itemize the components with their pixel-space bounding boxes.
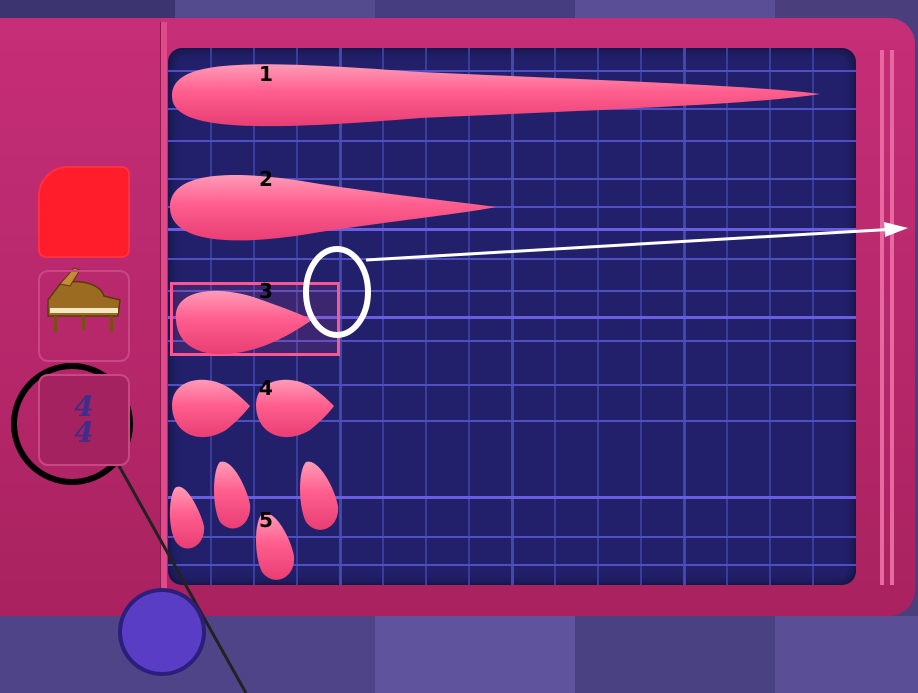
frame-divider <box>160 22 167 612</box>
background-tile <box>0 0 175 18</box>
instrument-button[interactable] <box>38 270 130 362</box>
note-color-button[interactable] <box>38 166 130 258</box>
frame-rail <box>880 50 884 585</box>
grid-line <box>168 206 856 208</box>
background-tile <box>375 0 575 18</box>
frame-rail <box>890 50 894 585</box>
grid-line <box>168 420 856 422</box>
background-tile <box>775 616 918 693</box>
play-button[interactable] <box>118 588 206 676</box>
time-signature-button[interactable]: 4 4 <box>38 374 130 466</box>
grid-line <box>168 496 856 499</box>
row-label-1: 1 <box>259 62 273 86</box>
grid-line <box>168 536 856 538</box>
row-label-4: 4 <box>259 376 273 400</box>
background-tile <box>575 0 775 18</box>
grid-line <box>168 140 856 142</box>
row-label-2: 2 <box>259 167 273 191</box>
row-label-3: 3 <box>259 279 273 303</box>
grid-line <box>168 258 856 260</box>
selected-cell[interactable] <box>170 282 340 356</box>
grid-line <box>168 564 856 566</box>
background-tile <box>375 616 575 693</box>
grid-line <box>168 108 856 110</box>
background-tile <box>575 616 775 693</box>
row-label-5: 5 <box>259 508 273 532</box>
time-signature-bottom: 4 <box>74 416 94 449</box>
background-tile <box>175 0 375 18</box>
grid-line <box>168 228 856 231</box>
